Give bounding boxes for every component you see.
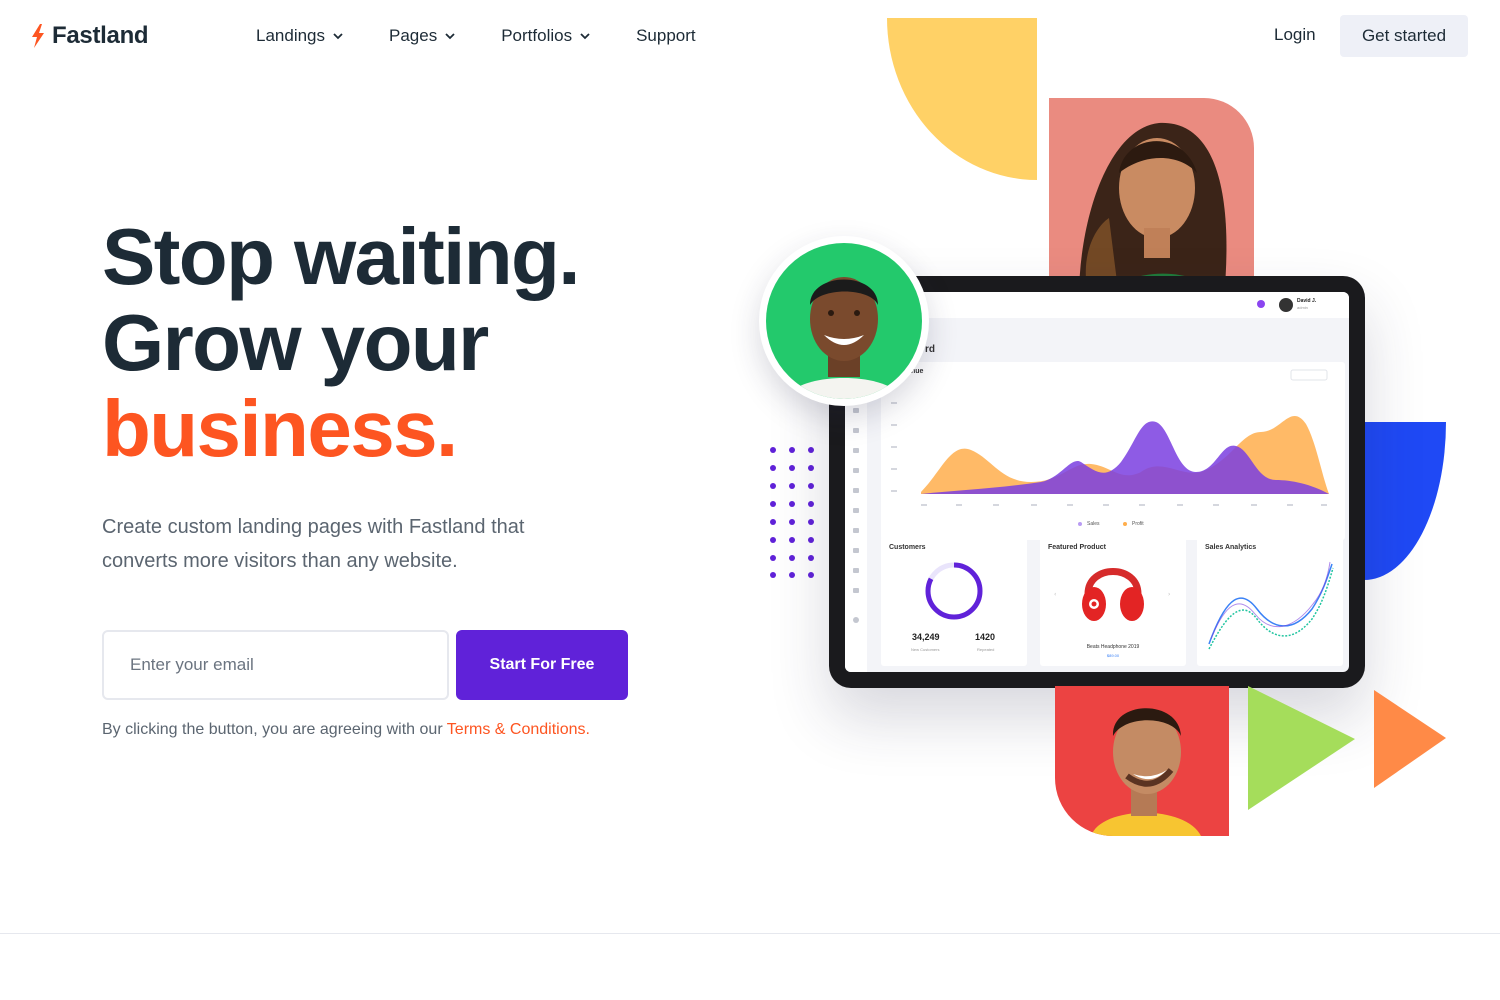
sales-title: Sales Analytics <box>1205 544 1257 551</box>
user-name: David J. <box>1297 298 1317 304</box>
blue-quarter-circle <box>1364 422 1446 580</box>
user-avatar <box>1279 298 1293 312</box>
woman-photo <box>1049 98 1254 298</box>
nav-item-label: Portfolios <box>501 26 573 45</box>
man-laughing-photo <box>1055 686 1229 836</box>
main-nav: Landings Pages Portfolios Support <box>256 25 696 47</box>
nav-item-support[interactable]: Support <box>636 25 696 47</box>
orange-triangle <box>1374 690 1446 788</box>
customers-card: Customers 34,249 1420 New Customers Repe… <box>881 536 1027 666</box>
man-avatar <box>759 236 929 406</box>
dot-grid <box>770 447 814 578</box>
revenue-area-chart <box>891 369 1329 526</box>
customers-new-label: New Customers <box>911 647 940 652</box>
product-title: Featured Product <box>1048 544 1106 551</box>
legal-text: By clicking the button, you are agreeing… <box>102 721 443 738</box>
customers-repeat-label: Repeated <box>977 647 995 652</box>
prev-arrow-icon: ‹ <box>1054 591 1056 598</box>
sales-analytics-card: Sales Analytics <box>1197 536 1343 666</box>
email-input[interactable] <box>102 630 449 700</box>
headline-line-3: business. <box>102 384 458 473</box>
product-name: Beats Headphone 2019 <box>1086 644 1140 650</box>
customers-repeat-value: 1420 <box>975 632 996 642</box>
section-divider <box>0 933 1500 934</box>
notification-icon <box>1257 300 1265 308</box>
login-link[interactable]: Login <box>1274 25 1316 45</box>
headline-line-2: Grow your <box>102 298 489 387</box>
chevron-down-icon <box>333 32 343 39</box>
nav-item-label: Pages <box>389 26 438 45</box>
legend-profit: Profit <box>1132 521 1144 527</box>
sales-line-chart <box>1208 561 1334 650</box>
featured-product-card: Featured Product ‹ › Beats Headphone 201… <box>1040 536 1186 666</box>
revenue-card: nue Sales Profit <box>881 362 1345 540</box>
hero-headline: Stop waiting. Grow your business. <box>102 212 581 473</box>
legal-note: By clicking the button, you are agreeing… <box>102 721 590 739</box>
headline-line-1: Stop waiting. <box>102 212 581 301</box>
brand-logo[interactable]: Fastland <box>30 22 149 50</box>
nav-item-label: Support <box>636 26 696 45</box>
headphone-image: ‹ › <box>1054 568 1170 621</box>
product-price: $89.00 <box>1106 653 1120 658</box>
customers-title: Customers <box>889 544 926 551</box>
nav-item-portfolios[interactable]: Portfolios <box>501 25 590 47</box>
nav-item-landings[interactable]: Landings <box>256 25 343 47</box>
legend-sales: Sales <box>1087 521 1100 527</box>
chevron-down-icon <box>580 32 590 39</box>
next-arrow-icon: › <box>1168 591 1170 598</box>
get-started-button[interactable]: Get started <box>1340 15 1468 57</box>
yellow-quarter-circle <box>887 18 1037 180</box>
terms-link[interactable]: Terms & Conditions. <box>447 721 590 738</box>
user-role: admin <box>1297 305 1308 310</box>
brand-name: Fastland <box>52 22 149 49</box>
start-for-free-button[interactable]: Start For Free <box>456 630 628 700</box>
green-triangle <box>1248 686 1355 810</box>
nav-item-label: Landings <box>256 26 326 45</box>
chevron-down-icon <box>445 32 455 39</box>
customers-new-value: 34,249 <box>912 632 940 642</box>
customers-donut <box>925 562 983 620</box>
bolt-icon <box>32 24 44 48</box>
hero-subtitle: Create custom landing pages with Fastlan… <box>102 516 525 572</box>
nav-item-pages[interactable]: Pages <box>389 25 455 47</box>
dashboard-title: rd <box>925 344 935 355</box>
